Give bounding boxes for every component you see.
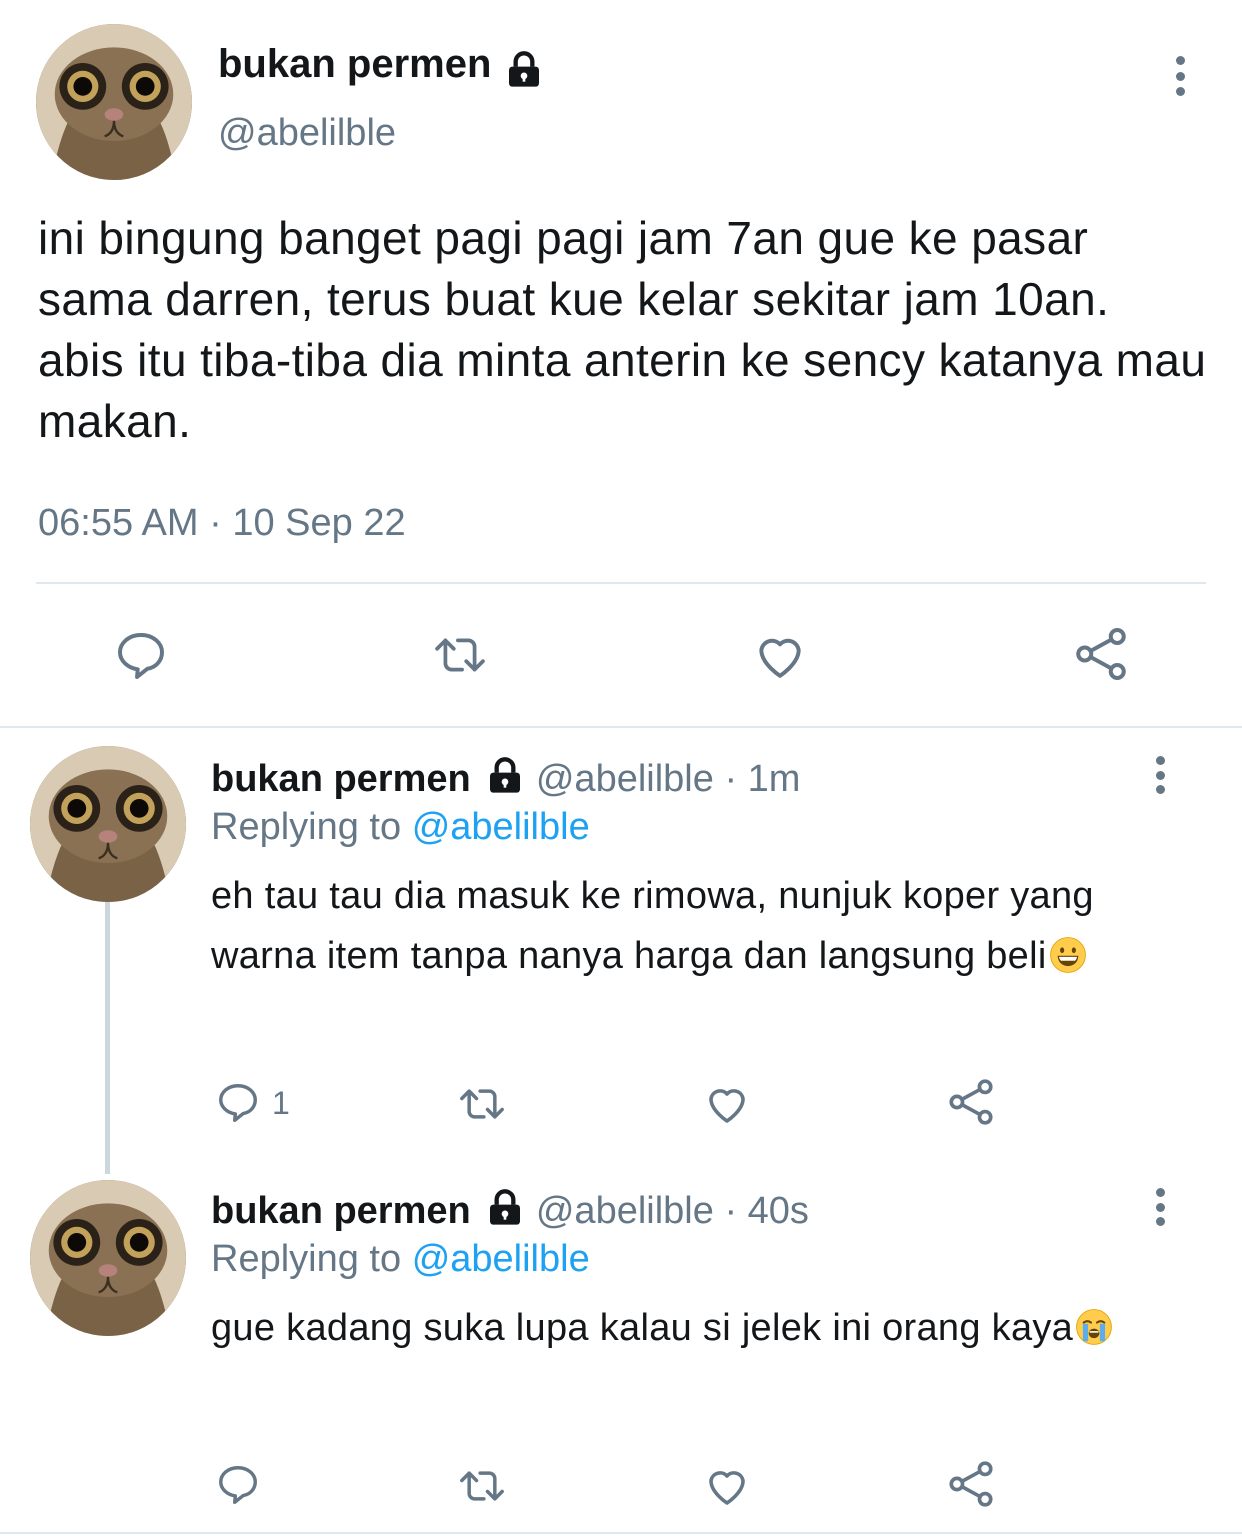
replying-to-link[interactable]: @abelilble — [412, 1238, 590, 1280]
reply-icon — [112, 628, 170, 684]
grinning-face-emoji — [1049, 932, 1087, 992]
replying-label: Replying to — [211, 1238, 402, 1280]
reply-time[interactable]: · 1m — [724, 758, 800, 800]
replying-to: Replying to @abelilble — [211, 806, 590, 849]
divider — [0, 726, 1242, 728]
retweet-button[interactable] — [454, 1464, 510, 1508]
reply-header: bukan permen @abelilble · 40s — [211, 1188, 809, 1238]
like-icon — [702, 1080, 752, 1128]
reply-button[interactable]: 1 — [214, 1080, 290, 1126]
lock-icon — [485, 1188, 525, 1238]
reply-icon — [214, 1462, 262, 1508]
reply-text-content: eh tau tau dia masuk ke rimowa, nunjuk k… — [211, 875, 1094, 977]
share-icon — [944, 1076, 998, 1128]
thread-line — [105, 902, 110, 1174]
like-icon — [702, 1462, 752, 1510]
like-icon — [750, 628, 810, 684]
share-button[interactable] — [944, 1076, 998, 1128]
reply-time[interactable]: · 40s — [724, 1190, 808, 1232]
replying-label: Replying to — [211, 806, 402, 848]
tweet-text: ini bingung banget pagi pagi jam 7an gue… — [38, 212, 1207, 447]
handle[interactable]: @abelilble — [536, 758, 714, 800]
reply-text-content: gue kadang suka lupa kalau si jelek ini … — [211, 1307, 1074, 1349]
reply-text: gue kadang suka lupa kalau si jelek ini … — [211, 1298, 1171, 1364]
display-name[interactable]: bukan permen — [211, 758, 471, 800]
more-icon[interactable] — [1152, 756, 1168, 794]
more-icon[interactable] — [1152, 1188, 1168, 1226]
like-button[interactable] — [750, 628, 810, 684]
divider — [36, 582, 1206, 584]
avatar[interactable] — [30, 746, 186, 902]
tweet-timestamp[interactable]: 06:55 AM · 10 Sep 22 — [38, 502, 406, 545]
author-row: bukan permen — [218, 42, 544, 95]
reply-button[interactable] — [214, 1462, 272, 1508]
more-icon[interactable] — [1172, 56, 1188, 96]
display-name[interactable]: bukan permen — [218, 42, 491, 86]
handle[interactable]: @abelilble — [218, 112, 396, 155]
retweet-icon — [454, 1464, 510, 1508]
loudly-crying-face-emoji — [1075, 1304, 1113, 1364]
retweet-button[interactable] — [428, 630, 492, 680]
like-button[interactable] — [702, 1080, 752, 1128]
divider — [0, 1532, 1242, 1534]
reply-text: eh tau tau dia masuk ke rimowa, nunjuk k… — [211, 866, 1171, 992]
share-icon — [944, 1458, 998, 1510]
display-name[interactable]: bukan permen — [211, 1190, 471, 1232]
reply-button[interactable] — [112, 628, 170, 684]
replying-to: Replying to @abelilble — [211, 1238, 590, 1281]
replying-to-link[interactable]: @abelilble — [412, 806, 590, 848]
handle[interactable]: @abelilble — [536, 1190, 714, 1232]
reply-count: 1 — [272, 1084, 290, 1121]
retweet-icon — [454, 1082, 510, 1126]
share-icon — [1070, 624, 1132, 684]
lock-icon — [504, 50, 544, 95]
share-button[interactable] — [1070, 624, 1132, 684]
share-button[interactable] — [944, 1458, 998, 1510]
like-button[interactable] — [702, 1462, 752, 1510]
reply-icon — [214, 1080, 262, 1126]
avatar[interactable] — [36, 24, 192, 180]
retweet-button[interactable] — [454, 1082, 510, 1126]
reply-header: bukan permen @abelilble · 1m — [211, 756, 800, 806]
retweet-icon — [428, 630, 492, 680]
avatar[interactable] — [30, 1180, 186, 1336]
lock-icon — [485, 756, 525, 806]
